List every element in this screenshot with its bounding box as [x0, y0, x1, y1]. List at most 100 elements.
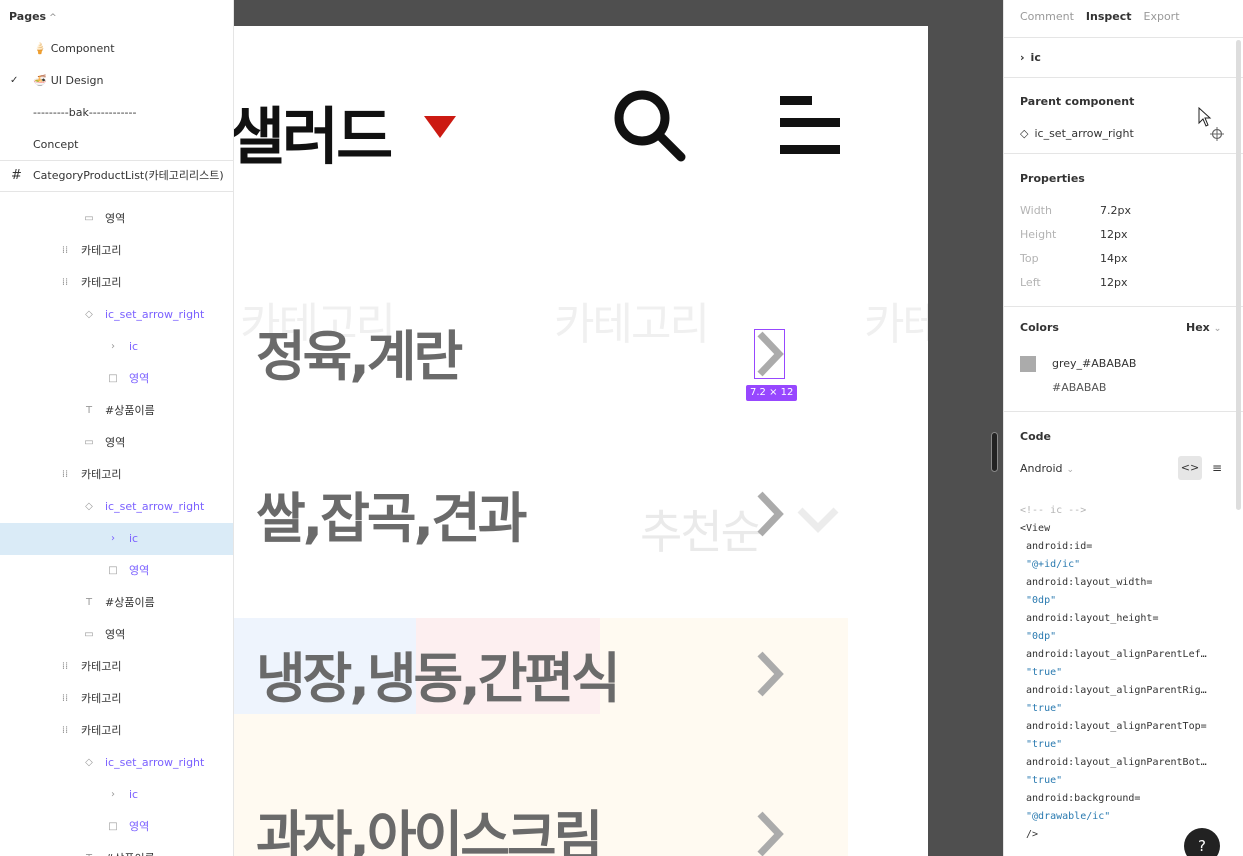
- layer-row[interactable]: T #상품이름: [0, 843, 233, 856]
- layer-row[interactable]: ⁞⁞ 카테고리: [0, 651, 233, 683]
- color-format-select[interactable]: Hex ⌄: [1186, 321, 1221, 334]
- color-swatch[interactable]: [1020, 356, 1036, 372]
- list-view-icon[interactable]: ≡: [1208, 456, 1226, 480]
- ghost-label: 카테고리: [864, 299, 928, 350]
- color-name[interactable]: grey_#ABABAB: [1052, 357, 1136, 370]
- layer-name-row: › ic: [1020, 51, 1041, 64]
- layer-label: ic: [129, 788, 139, 801]
- layer-row[interactable]: ▭ 영역: [0, 619, 233, 651]
- frame-label: CategoryProductList(카테고리리스트): [33, 169, 224, 182]
- chevron-up-icon[interactable]: ^: [49, 13, 57, 23]
- colors-title: Colors: [1020, 321, 1059, 334]
- color-hex[interactable]: #ABABAB: [1052, 381, 1106, 394]
- category-label[interactable]: 쌀,잡곡,견과: [256, 474, 527, 553]
- prop-width-value[interactable]: 7.2px: [1100, 204, 1131, 217]
- arrow-right-icon[interactable]: [755, 490, 785, 538]
- code-line: android:layout_alignParentTop=: [1020, 721, 1207, 732]
- rectangle-icon: ▭: [84, 629, 94, 640]
- code-view-icon[interactable]: <>: [1178, 456, 1202, 480]
- layer-row[interactable]: ◇ ic_set_arrow_right: [0, 747, 233, 779]
- panel-scrollbar[interactable]: [1236, 40, 1241, 510]
- page-item[interactable]: ---------bak------------: [0, 97, 233, 129]
- prop-height-value[interactable]: 12px: [1100, 228, 1128, 241]
- panel-tabs: Comment Inspect Export: [1020, 10, 1192, 23]
- chevron-right-icon: ›: [111, 533, 115, 544]
- layer-row[interactable]: ⁞⁞ 카테고리: [0, 235, 233, 267]
- layer-row[interactable]: T #상품이름: [0, 587, 233, 619]
- page-title: 샐러드: [234, 100, 393, 173]
- layer-label: 영역: [129, 372, 150, 385]
- layer-label: ic_set_arrow_right: [105, 500, 205, 513]
- code-line: android:layout_alignParentLef…: [1020, 649, 1207, 660]
- layer-row[interactable]: ⁞⁞ 카테고리: [0, 715, 233, 747]
- prop-top-value[interactable]: 14px: [1100, 252, 1128, 265]
- category-label[interactable]: 과자,아이스크림: [256, 792, 603, 856]
- layer-row[interactable]: ⁞⁞ 카테고리: [0, 683, 233, 715]
- code-line: "true": [1020, 739, 1063, 750]
- code-lines: <View android:id= "@+id/ic" android:layo…: [1020, 520, 1230, 844]
- layer-label: 카테고리: [81, 660, 122, 673]
- layer-row[interactable]: ◇ ic_set_arrow_right: [0, 491, 233, 523]
- code-language-select[interactable]: Android ⌄: [1020, 462, 1074, 475]
- layer-label: ic: [129, 532, 139, 545]
- chevron-down-icon: [797, 507, 839, 533]
- text-icon: T: [82, 843, 96, 856]
- tab-comment[interactable]: Comment: [1020, 10, 1074, 23]
- prop-left-value[interactable]: 12px: [1100, 276, 1128, 289]
- layer-row[interactable]: ◇ ic_set_arrow_right: [0, 299, 233, 331]
- code-line: "true": [1020, 667, 1063, 678]
- page-item[interactable]: 🍦 Component: [0, 33, 233, 65]
- tab-inspect[interactable]: Inspect: [1086, 10, 1132, 23]
- layer-row[interactable]: › ic: [0, 331, 233, 363]
- target-icon[interactable]: [1210, 127, 1224, 141]
- canvas[interactable]: 샐러드 카테고리 카테고리 카테고리 추천순 정육,계란 쌀,잡곡,견과 냉장,…: [234, 0, 1003, 856]
- layer-name: ic: [1030, 51, 1041, 64]
- component-icon: ◇: [85, 757, 93, 768]
- layer-row[interactable]: ⁞⁞ 카테고리: [0, 459, 233, 491]
- chevron-right-icon: ›: [111, 341, 115, 352]
- layer-row[interactable]: ▭ 영역: [0, 203, 233, 235]
- category-label[interactable]: 냉장,냉동,간편식: [256, 634, 621, 713]
- layer-label: #상품이름: [105, 843, 155, 856]
- pages-header[interactable]: Pages ^: [9, 10, 57, 23]
- frame-icon: ⁞⁞: [61, 693, 69, 704]
- dropdown-triangle-icon[interactable]: [424, 116, 456, 138]
- code-line: "0dp": [1020, 631, 1057, 642]
- arrow-right-icon[interactable]: [755, 810, 785, 856]
- divider: [1004, 306, 1243, 307]
- parent-component-row[interactable]: ◇ ic_set_arrow_right: [1020, 127, 1134, 140]
- layer-row[interactable]: □ 영역: [0, 363, 233, 395]
- frame-icon: #: [11, 168, 22, 183]
- text-icon: T: [85, 597, 93, 608]
- ghost-sort-label: 추천순: [640, 505, 763, 559]
- layer-label: 카테고리: [81, 468, 122, 481]
- layer-row[interactable]: □ 영역: [0, 555, 233, 587]
- frame-icon: ⁞⁞: [61, 245, 69, 256]
- code-line: "@drawable/ic": [1020, 811, 1111, 822]
- canvas-scrollbar[interactable]: [991, 432, 998, 472]
- layer-row[interactable]: ⁞⁞ 카테고리: [0, 267, 233, 299]
- frame-row[interactable]: # CategoryProductList(카테고리리스트): [0, 160, 233, 192]
- arrow-right-icon[interactable]: [755, 650, 785, 698]
- selection-box[interactable]: [754, 329, 785, 379]
- layer-row[interactable]: › ic: [0, 779, 233, 811]
- code-block[interactable]: <!-- ic --> <View android:id= "@+id/ic" a…: [1020, 502, 1230, 844]
- help-button[interactable]: ?: [1184, 828, 1220, 856]
- category-label[interactable]: 정육,계란: [256, 312, 463, 391]
- page-item[interactable]: Concept: [0, 129, 233, 161]
- artboard[interactable]: 샐러드 카테고리 카테고리 카테고리 추천순 정육,계란 쌀,잡곡,견과 냉장,…: [234, 26, 928, 856]
- layer-row[interactable]: T #상품이름: [0, 395, 233, 427]
- code-line: android:layout_alignParentBot…: [1020, 757, 1207, 768]
- tab-export[interactable]: Export: [1144, 10, 1180, 23]
- page-item[interactable]: ✓ 🍜 UI Design: [0, 65, 233, 97]
- code-line: android:id=: [1020, 541, 1093, 552]
- layer-label: 카테고리: [81, 244, 122, 257]
- parent-component-name: ic_set_arrow_right: [1034, 127, 1134, 140]
- layer-row[interactable]: › ic: [0, 523, 233, 555]
- divider: [1004, 153, 1243, 154]
- search-icon[interactable]: [610, 86, 688, 164]
- layer-row[interactable]: ▭ 영역: [0, 427, 233, 459]
- square-icon: □: [108, 373, 118, 384]
- chevron-down-icon: ⌄: [1213, 324, 1222, 334]
- layer-row[interactable]: □ 영역: [0, 811, 233, 843]
